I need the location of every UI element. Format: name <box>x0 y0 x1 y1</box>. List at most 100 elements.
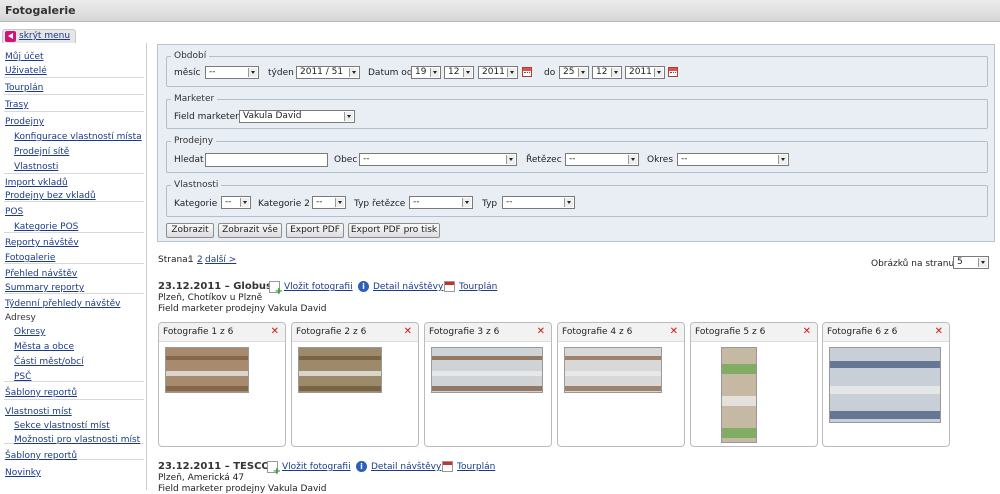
sidebar-item[interactable]: Konfigurace vlastností místa <box>14 132 142 142</box>
export-pdf-print-button[interactable]: Export PDF pro tisk <box>348 223 440 238</box>
sidebar-item[interactable]: POS <box>5 207 23 217</box>
title-bar: Fotogalerie <box>0 0 1000 22</box>
sidebar-item[interactable]: Šablony reportů <box>5 388 77 398</box>
chain-type-select[interactable]: -- <box>409 196 473 209</box>
photo-thumbnail[interactable] <box>721 347 757 443</box>
photo-caption: Fotografie 3 z 6 <box>429 327 500 337</box>
page-2-link[interactable]: 2 <box>197 255 203 265</box>
sidebar-item[interactable]: Šablony reportů <box>5 451 77 461</box>
date-to-month-select[interactable]: 12 <box>592 66 622 79</box>
delete-photo-icon[interactable]: ✕ <box>271 326 279 337</box>
info-icon[interactable]: i <box>358 281 369 292</box>
sidebar-item[interactable]: Import vkladů <box>5 178 68 188</box>
calendar-icon[interactable] <box>522 67 532 77</box>
delete-photo-icon[interactable]: ✕ <box>670 326 678 337</box>
date-from-year-select[interactable]: 2011 <box>478 66 518 79</box>
chevron-down-icon <box>335 198 344 207</box>
photo-card-header: Fotografie 1 z 6 ✕ <box>159 323 285 342</box>
chevron-down-icon <box>611 68 620 77</box>
sidebar-item[interactable]: Týdenní přehledy návštěv <box>5 299 120 309</box>
add-photo-link[interactable]: Vložit fotografii <box>282 462 351 472</box>
photo-caption: Fotografie 4 z 6 <box>562 327 633 337</box>
photo-card: Fotografie 5 z 6 ✕ <box>690 322 818 447</box>
visit-title: 23.12.2011 – TESCO <box>158 461 270 472</box>
chevron-down-icon <box>430 68 439 77</box>
calendar-icon[interactable] <box>668 67 678 77</box>
date-from-day-select[interactable]: 19 <box>411 66 441 79</box>
per-page-select[interactable]: 5 <box>953 256 989 269</box>
period-legend: Období <box>174 51 207 61</box>
sidebar-divider <box>4 77 144 78</box>
chain-type-label: Typ řetězce <box>354 199 406 209</box>
sidebar-item[interactable]: PSČ <box>14 372 31 382</box>
sidebar-item[interactable]: Sekce vlastností míst <box>14 421 110 431</box>
district-select[interactable]: -- <box>677 153 789 166</box>
sidebar-item[interactable]: Města a obce <box>14 342 74 352</box>
photo-caption: Fotografie 2 z 6 <box>296 327 367 337</box>
show-all-button[interactable]: Zobrazit vše <box>218 223 282 238</box>
hide-menu-tab[interactable]: skrýt menu <box>2 29 76 43</box>
hide-menu-link[interactable]: skrýt menu <box>19 31 70 41</box>
calendar-icon[interactable] <box>444 281 455 292</box>
add-photo-icon[interactable] <box>267 461 281 477</box>
category2-select[interactable]: -- <box>312 196 346 209</box>
delete-photo-icon[interactable]: ✕ <box>935 326 943 337</box>
sidebar-item[interactable]: Prodejny <box>5 117 44 127</box>
add-photo-link[interactable]: Vložit fotografii <box>284 282 353 292</box>
sidebar-item[interactable]: Prodejny bez vkladů <box>5 191 96 201</box>
visit-detail-link[interactable]: Detail návštěvy <box>373 282 443 292</box>
tourplan-link[interactable]: Tourplán <box>457 462 495 472</box>
photo-thumbnail[interactable] <box>564 347 662 393</box>
type-select[interactable]: -- <box>502 196 575 209</box>
sidebar-item[interactable]: Prodejní sítě <box>14 147 69 157</box>
sidebar-item[interactable]: Summary reporty <box>5 283 84 293</box>
visit-detail-link[interactable]: Detail návštěvy <box>371 462 441 472</box>
field-marketer-select[interactable]: Vakula David <box>239 110 355 123</box>
sidebar-item[interactable]: Části měst/obcí <box>14 357 84 367</box>
delete-photo-icon[interactable]: ✕ <box>537 326 545 337</box>
info-icon[interactable]: i <box>356 461 367 472</box>
sidebar-item[interactable]: Novinky <box>5 468 41 478</box>
category-select[interactable]: -- <box>221 196 251 209</box>
sidebar-item[interactable]: Vlastnosti <box>14 162 58 172</box>
search-input[interactable] <box>205 153 328 167</box>
sidebar-item[interactable]: Možnosti pro vlastnosti míst <box>14 435 140 445</box>
sidebar-item[interactable]: Reporty návštěv <box>5 238 79 248</box>
town-label: Obec <box>334 155 358 165</box>
sidebar-item[interactable]: Fotogalerie <box>5 253 55 263</box>
month-label: měsíc <box>174 68 201 78</box>
sidebar-item[interactable]: Okresy <box>14 327 45 337</box>
photo-thumbnail[interactable] <box>165 347 249 393</box>
sidebar-item[interactable]: Vlastnosti míst <box>5 407 72 417</box>
chevron-down-icon <box>507 68 516 77</box>
sidebar-item[interactable]: Přehled návštěv <box>5 269 77 279</box>
chevron-down-icon <box>778 155 787 164</box>
next-page-link[interactable]: další > <box>205 255 236 265</box>
sidebar-item[interactable]: Trasy <box>5 100 28 110</box>
export-pdf-button[interactable]: Export PDF <box>286 223 344 238</box>
sidebar-item[interactable]: Tourplán <box>5 83 43 93</box>
photo-card-header: Fotografie 2 z 6 ✕ <box>292 323 418 342</box>
month-select[interactable]: -- <box>205 66 259 79</box>
calendar-icon[interactable] <box>442 461 453 472</box>
sidebar-divider <box>4 111 144 112</box>
visit-address: Plzeň, Chotíkov u Plzně <box>158 293 263 303</box>
show-button[interactable]: Zobrazit <box>166 223 214 238</box>
sidebar-item[interactable]: Uživatelé <box>5 66 47 76</box>
chevron-down-icon <box>248 68 257 77</box>
date-from-month-select[interactable]: 12 <box>444 66 474 79</box>
photo-thumbnail[interactable] <box>829 347 941 423</box>
date-to-day-select[interactable]: 25 <box>559 66 589 79</box>
sidebar-item[interactable]: Můj účet <box>5 52 44 62</box>
add-photo-icon[interactable] <box>269 281 283 297</box>
town-select[interactable]: -- <box>359 153 517 166</box>
chain-select[interactable]: -- <box>565 153 639 166</box>
date-to-year-select[interactable]: 2011 <box>625 66 665 79</box>
sidebar-item[interactable]: Kategorie POS <box>14 222 78 232</box>
photo-thumbnail[interactable] <box>298 347 382 393</box>
tourplan-link[interactable]: Tourplán <box>459 282 497 292</box>
delete-photo-icon[interactable]: ✕ <box>803 326 811 337</box>
week-select[interactable]: 2011 / 51 <box>296 66 360 79</box>
delete-photo-icon[interactable]: ✕ <box>404 326 412 337</box>
photo-thumbnail[interactable] <box>431 347 543 393</box>
